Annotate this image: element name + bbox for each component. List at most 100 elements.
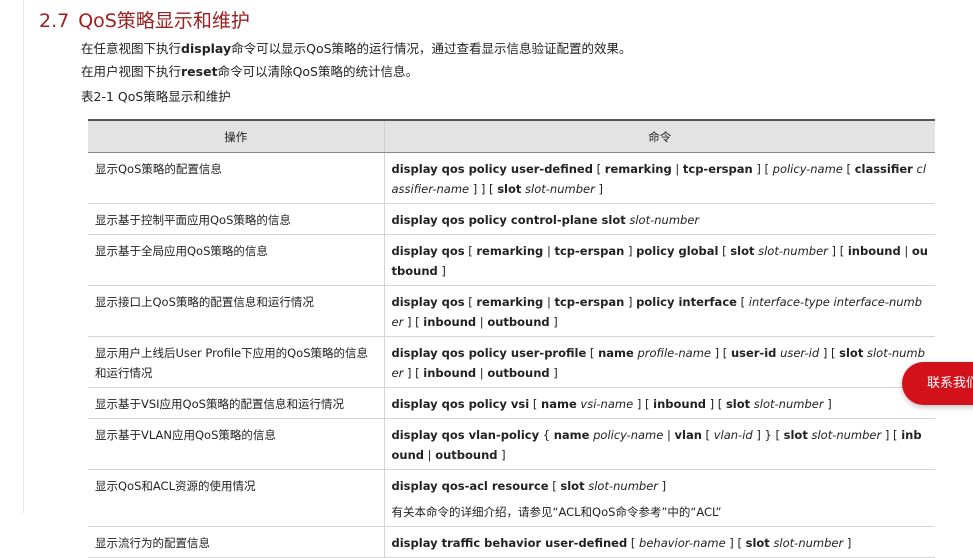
- contact-us-button[interactable]: 联系我们: [902, 362, 973, 405]
- command-argument: profile-name: [637, 346, 711, 360]
- command-symbol: [: [718, 244, 731, 258]
- command-symbol: |: [543, 244, 555, 258]
- command-cell: display qos [ remarking | tcp-erspan ] p…: [383, 285, 935, 337]
- command-keyword: vlan: [674, 428, 702, 442]
- qos-command-table: 操作 命令 显示QoS策略的配置信息 display qos policy use…: [88, 119, 935, 558]
- command-keyword: display qos-acl resource: [391, 479, 549, 493]
- command-symbol: ] [: [633, 397, 654, 411]
- command-keyword: policy global: [636, 244, 719, 258]
- table-row: 显示QoS策略的配置信息 display qos policy user-defi…: [88, 152, 935, 204]
- section-number: 2.7: [39, 10, 70, 32]
- operation-cell: 显示基于全局应用QoS策略的信息: [88, 234, 384, 286]
- operation-cell: 显示流行为的配置信息: [88, 526, 384, 558]
- command-keyword: slot: [783, 428, 808, 442]
- command-argument: vsi-name: [580, 397, 634, 411]
- command-cell: display qos policy vsi [ name vsi-name ]…: [383, 387, 935, 419]
- command-keyword: inbound: [653, 397, 706, 411]
- command-keyword: slot: [839, 346, 864, 360]
- command-keyword: tcp-erspan: [554, 244, 625, 258]
- para-text: 在用户视图下执行: [81, 64, 182, 79]
- command-symbol: ] [: [711, 346, 731, 360]
- command-keyword: tcp-erspan: [554, 295, 625, 309]
- command-symbol: ] [: [752, 162, 773, 176]
- table-row: 显示流行为的配置信息 display traffic behavior user-…: [88, 526, 935, 558]
- command-keyword: slot: [730, 244, 755, 258]
- command-keyword: classifier: [854, 162, 913, 176]
- command-argument: slot-number: [525, 182, 595, 196]
- table-header-row: 操作 命令: [88, 119, 935, 153]
- left-border-rule: [23, 0, 24, 513]
- command-keyword: slot: [560, 479, 585, 493]
- operation-cell: 显示用户上线后User Profile下应用的QoS策略的信息和运行情况: [88, 336, 384, 388]
- command-symbol: |: [476, 366, 488, 380]
- command-argument: slot-number: [811, 428, 882, 442]
- table-row: 显示用户上线后User Profile下应用的QoS策略的信息和运行情况 disp…: [88, 336, 935, 388]
- command-keyword: inbound: [423, 366, 477, 380]
- operation-cell: 显示QoS和ACL资源的使用情况: [88, 469, 384, 527]
- table-row: 显示基于VLAN应用QoS策略的信息 display qos vlan-polic…: [88, 418, 935, 470]
- command-symbol: ]: [624, 244, 637, 258]
- command-cell: display traffic behavior user-defined [ …: [383, 526, 935, 558]
- command-symbol: ] [: [403, 366, 424, 380]
- section-title-text: QoS策略显示和维护: [78, 10, 250, 32]
- command-keyword: name: [553, 428, 590, 442]
- command-symbol: [: [592, 162, 605, 176]
- para-text: 命令可以清除QoS策略的统计信息。: [217, 64, 418, 79]
- command-symbol: {: [539, 428, 554, 442]
- table-row: 显示基于VSI应用QoS策略的配置信息和运行情况 display qos poli…: [88, 387, 935, 419]
- command-symbol: ]: [658, 479, 667, 493]
- table-row: 显示接口上QoS策略的配置信息和运行情况 display qos [ remark…: [88, 285, 935, 337]
- command-symbol: [: [701, 428, 714, 442]
- command-keyword: name: [541, 397, 577, 411]
- command-symbol: ]: [624, 295, 637, 309]
- command-symbol: ]: [843, 536, 852, 550]
- command-symbol: [: [736, 295, 749, 309]
- command-argument: policy-name: [593, 428, 664, 442]
- command-keyword: user-id: [730, 346, 777, 360]
- command-symbol: |: [663, 428, 675, 442]
- table-row: 显示基于全局应用QoS策略的信息 display qos [ remarking …: [88, 234, 935, 286]
- command-argument: slot-number: [753, 397, 824, 411]
- intro-paragraph-reset: 在用户视图下执行reset命令可以清除QoS策略的统计信息。: [81, 61, 418, 80]
- command-keyword: display qos policy user-defined: [391, 162, 593, 176]
- command-symbol: [: [548, 479, 561, 493]
- command-symbol: [: [627, 536, 640, 550]
- command-symbol: ]: [437, 264, 446, 278]
- command-keyword: outbound: [487, 366, 550, 380]
- command-argument: user-id: [780, 346, 820, 360]
- command-symbol: ] ] [: [469, 182, 498, 196]
- para-keyword: display: [181, 41, 232, 56]
- command-symbol: [: [586, 346, 599, 360]
- command-keyword: slot: [725, 397, 751, 411]
- command-symbol: [: [464, 244, 477, 258]
- command-symbol: ] [: [827, 244, 848, 258]
- command-keyword: slot: [745, 536, 770, 550]
- command-symbol: |: [543, 295, 555, 309]
- command-keyword: display qos policy vsi: [391, 397, 530, 411]
- operation-cell: 显示基于VSI应用QoS策略的配置信息和运行情况: [88, 387, 384, 419]
- command-symbol: ] [: [706, 397, 726, 411]
- command-symbol: ] [: [403, 315, 424, 329]
- command-symbol: ] } [: [752, 428, 784, 442]
- command-symbol: [: [464, 295, 477, 309]
- command-keyword: display traffic behavior user-defined: [391, 536, 628, 550]
- command-argument: slot-number: [773, 536, 844, 550]
- command-argument: behavior-name: [639, 536, 726, 550]
- command-keyword: outbound: [435, 448, 498, 462]
- command-argument: slot-number: [758, 244, 828, 258]
- command-keyword: outbound: [487, 315, 550, 329]
- command-argument: slot-number: [588, 479, 658, 493]
- command-keyword: tcp-erspan: [682, 162, 753, 176]
- command-argument: slot-number: [629, 213, 700, 227]
- command-cell: display qos policy user-defined [ remark…: [383, 152, 935, 204]
- command-symbol: |: [476, 315, 488, 329]
- table-row: 显示QoS和ACL资源的使用情况 display qos-acl resource…: [88, 469, 935, 527]
- command-keyword: remarking: [476, 244, 544, 258]
- command-symbol: |: [900, 244, 912, 258]
- command-keyword: display qos policy user-profile: [391, 346, 587, 360]
- command-argument: vlan-id: [713, 428, 753, 442]
- command-symbol: ]: [594, 182, 603, 196]
- command-cell: display qos-acl resource [ slot slot-num…: [383, 469, 935, 527]
- command-cell: display qos policy user-profile [ name p…: [383, 336, 935, 388]
- para-text: 命令可以显示QoS策略的运行情况，通过查看显示信息验证配置的效果。: [231, 41, 632, 56]
